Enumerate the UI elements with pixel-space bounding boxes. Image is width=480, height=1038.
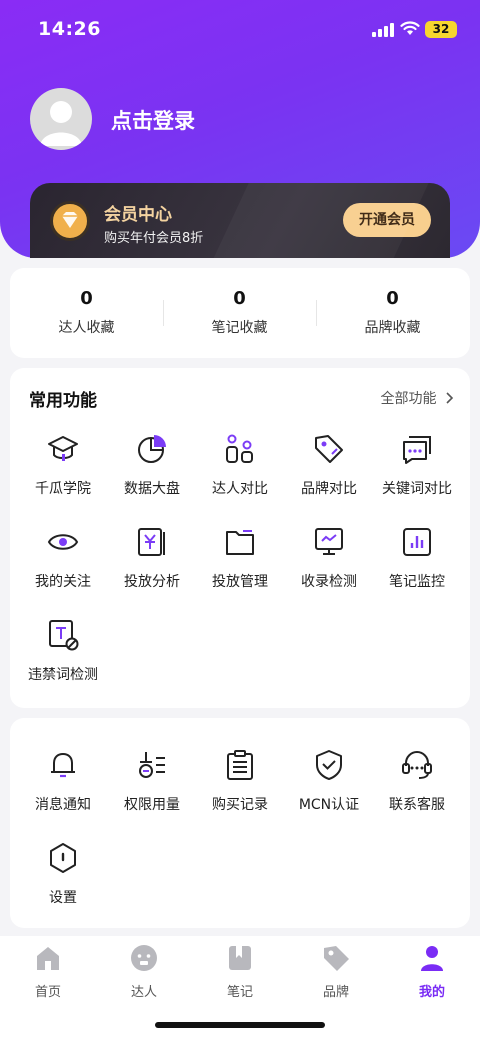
function-label: 收录检测: [301, 574, 357, 590]
nav-item-talent[interactable]: 达人: [96, 944, 192, 1000]
shield-check-icon: [316, 750, 342, 780]
tool-item-permissions[interactable]: 权限用量: [106, 748, 198, 814]
nav-label: 笔记: [226, 985, 253, 1000]
brand-tag-icon: [324, 946, 349, 971]
stat-brand-favorites[interactable]: 0 品牌收藏: [316, 288, 469, 337]
headset-icon: [402, 750, 432, 779]
all-functions-link[interactable]: 全部功能: [381, 388, 454, 408]
tool-item-mcn-certification[interactable]: MCN认证: [283, 748, 375, 814]
function-label: 违禁词检测: [28, 667, 98, 683]
folder-icon: [226, 530, 254, 555]
function-label: 达人对比: [212, 481, 268, 497]
function-item-keyword-compare[interactable]: 关键词对比: [371, 432, 463, 498]
stat-value: 0: [386, 288, 399, 309]
tool-item-purchase-records[interactable]: 购买记录: [194, 748, 286, 814]
stat-note-favorites[interactable]: 0 笔记收藏: [163, 288, 316, 337]
tool-label: 购买记录: [212, 797, 268, 813]
function-label: 品牌对比: [301, 481, 357, 497]
function-label: 投放管理: [212, 574, 268, 590]
function-item-data-dashboard[interactable]: 数据大盘: [106, 432, 198, 498]
stat-value: 0: [233, 288, 246, 309]
status-time: 14:26: [38, 18, 101, 40]
function-item-ad-management[interactable]: 投放管理: [194, 525, 286, 591]
tool-item-notifications[interactable]: 消息通知: [17, 748, 109, 814]
nav-label: 首页: [34, 985, 61, 1000]
avatar[interactable]: [30, 88, 92, 150]
permission-icon: [139, 752, 165, 778]
vip-card[interactable]: 会员中心 购买年付会员8折 开通会员: [30, 183, 450, 258]
stat-label: 笔记收藏: [211, 320, 268, 336]
nav-item-brand[interactable]: 品牌: [288, 944, 384, 1000]
function-item-brand-compare[interactable]: 品牌对比: [283, 432, 375, 498]
function-item-forbidden-words[interactable]: 违禁词检测: [17, 618, 109, 684]
tool-label: 联系客服: [389, 797, 445, 813]
wifi-icon: [400, 21, 420, 35]
open-vip-button[interactable]: 开通会员: [343, 203, 431, 237]
tool-label: 消息通知: [35, 797, 91, 813]
chevron-right-icon: [446, 392, 454, 404]
function-label: 数据大盘: [124, 481, 180, 497]
home-icon: [37, 947, 59, 970]
settings-hexagon-icon: [50, 843, 76, 873]
bookmark-icon: [229, 946, 251, 970]
function-item-talent-compare[interactable]: 达人对比: [194, 432, 286, 498]
function-label: 投放分析: [124, 574, 180, 590]
login-link[interactable]: 点击登录: [111, 105, 195, 135]
tools-card: 消息通知 权限用量 购买记录 MCN认证 联系客服 设置: [10, 718, 470, 928]
nav-label: 我的: [418, 985, 445, 1000]
chat-bubble-icon: [403, 436, 431, 464]
yuan-doc-icon: [138, 528, 165, 556]
battery-indicator: 32: [425, 21, 457, 38]
nav-item-home[interactable]: 首页: [0, 944, 96, 1000]
vip-subtitle: 购买年付会员8折: [104, 231, 204, 246]
home-indicator: [155, 1022, 325, 1028]
nav-label: 达人: [130, 985, 157, 1000]
nav-label: 品牌: [322, 985, 349, 1000]
tool-label: MCN认证: [298, 797, 360, 813]
function-item-academy[interactable]: 千瓜学院: [17, 432, 109, 498]
clipboard-icon: [227, 750, 253, 780]
all-functions-label: 全部功能: [380, 391, 437, 407]
eye-icon: [47, 534, 79, 550]
diamond-icon: [50, 201, 90, 241]
nav-item-mine[interactable]: 我的: [384, 944, 480, 1000]
common-functions-card: 常用功能 全部功能 千瓜学院 数据大盘 达人对比 品牌对比 关键词对比 我的关注…: [10, 368, 470, 708]
nav-item-notes[interactable]: 笔记: [192, 944, 288, 1000]
function-item-my-follows[interactable]: 我的关注: [17, 525, 109, 591]
function-label: 我的关注: [35, 574, 91, 590]
tool-item-settings[interactable]: 设置: [17, 841, 109, 907]
stat-talent-favorites[interactable]: 0 达人收藏: [10, 288, 163, 337]
tool-label: 设置: [49, 890, 77, 906]
pie-chart-icon: [138, 435, 166, 463]
stat-label: 达人收藏: [58, 320, 115, 336]
tool-item-customer-service[interactable]: 联系客服: [371, 748, 463, 814]
monitor-icon: [315, 528, 343, 555]
favorites-stats-card: 0 达人收藏 0 笔记收藏 0 品牌收藏: [10, 268, 470, 358]
tag-icon: [315, 435, 343, 463]
stat-label: 品牌收藏: [364, 320, 421, 336]
function-item-note-monitor[interactable]: 笔记监控: [371, 525, 463, 591]
tool-label: 权限用量: [124, 797, 180, 813]
vip-title: 会员中心: [104, 205, 172, 225]
status-bar: 14:26 32: [0, 0, 480, 60]
function-item-index-check[interactable]: 收录检测: [283, 525, 375, 591]
forbidden-text-icon: [49, 620, 79, 651]
signal-icon: [372, 22, 394, 37]
function-label: 笔记监控: [389, 574, 445, 590]
function-label: 千瓜学院: [35, 481, 91, 497]
face-icon: [131, 945, 157, 971]
function-item-ad-analysis[interactable]: 投放分析: [106, 525, 198, 591]
bar-chart-icon: [403, 528, 431, 556]
section-title: 常用功能: [29, 391, 97, 411]
function-label: 关键词对比: [382, 481, 452, 497]
graduation-cap-icon: [48, 436, 78, 461]
user-icon: [421, 946, 443, 971]
compare-people-icon: [226, 434, 253, 463]
bell-icon: [51, 753, 75, 778]
stat-value: 0: [80, 288, 93, 309]
